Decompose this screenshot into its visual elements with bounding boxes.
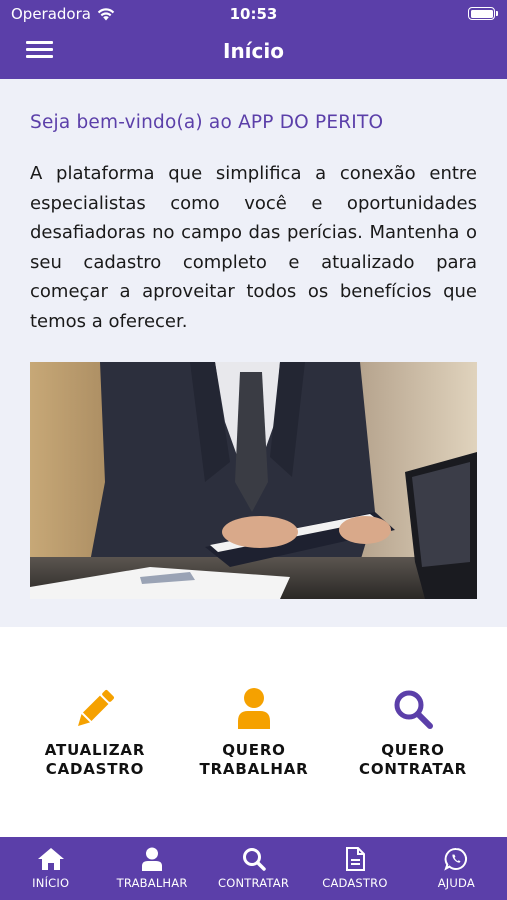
battery-icon bbox=[468, 7, 498, 20]
tab-inicio[interactable]: INÍCIO bbox=[0, 837, 101, 900]
pencil-icon bbox=[78, 690, 114, 726]
document-icon bbox=[345, 847, 365, 871]
quick-actions: ATUALIZAR CADASTRO QUERO TRABALHAR QUERO… bbox=[0, 627, 507, 837]
search-icon bbox=[242, 848, 266, 871]
want-to-hire-button[interactable]: QUERO CONTRATAR bbox=[338, 687, 488, 779]
update-profile-label-line2: CADASTRO bbox=[45, 760, 145, 778]
update-profile-label-line1: ATUALIZAR bbox=[44, 741, 146, 759]
want-to-work-button[interactable]: QUERO TRABALHAR bbox=[179, 687, 329, 779]
want-to-hire-label-line1: QUERO bbox=[381, 741, 445, 759]
user-icon bbox=[238, 688, 270, 729]
status-bar: Operadora 10:53 bbox=[0, 0, 507, 30]
search-icon bbox=[394, 690, 433, 729]
tab-contratar-label: CONTRATAR bbox=[218, 876, 290, 890]
want-to-work-label-line1: QUERO bbox=[222, 741, 286, 759]
tab-ajuda[interactable]: AJUDA bbox=[406, 837, 507, 900]
whatsapp-icon bbox=[444, 847, 468, 871]
home-icon bbox=[37, 848, 64, 870]
want-to-work-label-line2: TRABALHAR bbox=[199, 760, 309, 778]
top-bar: Operadora 10:53 Início bbox=[0, 0, 507, 79]
want-to-hire-label-line2: CONTRATAR bbox=[359, 760, 467, 778]
tab-inicio-label: INÍCIO bbox=[32, 876, 70, 890]
tab-trabalhar-label: TRABALHAR bbox=[116, 876, 188, 890]
status-time: 10:53 bbox=[229, 5, 278, 23]
tab-cadastro-label: CADASTRO bbox=[322, 876, 388, 890]
tab-trabalhar[interactable]: TRABALHAR bbox=[101, 837, 202, 900]
user-icon bbox=[142, 847, 163, 871]
page-title: Início bbox=[223, 39, 284, 63]
photo-illustration bbox=[30, 362, 477, 599]
welcome-section: Seja bem-vindo(a) ao APP DO PERITO A pla… bbox=[0, 79, 507, 627]
update-profile-button[interactable]: ATUALIZAR CADASTRO bbox=[20, 687, 170, 779]
businessman-photo bbox=[30, 362, 477, 599]
bottom-tab-bar: INÍCIO TRABALHAR CONTRATAR CADASTRO AJUD… bbox=[0, 837, 507, 900]
tab-cadastro[interactable]: CADASTRO bbox=[304, 837, 405, 900]
tab-ajuda-label: AJUDA bbox=[437, 876, 475, 890]
welcome-text: A plataforma que simplifica a conexão en… bbox=[30, 163, 477, 332]
welcome-title: Seja bem-vindo(a) ao APP DO PERITO bbox=[30, 112, 384, 133]
tab-contratar[interactable]: CONTRATAR bbox=[203, 837, 304, 900]
